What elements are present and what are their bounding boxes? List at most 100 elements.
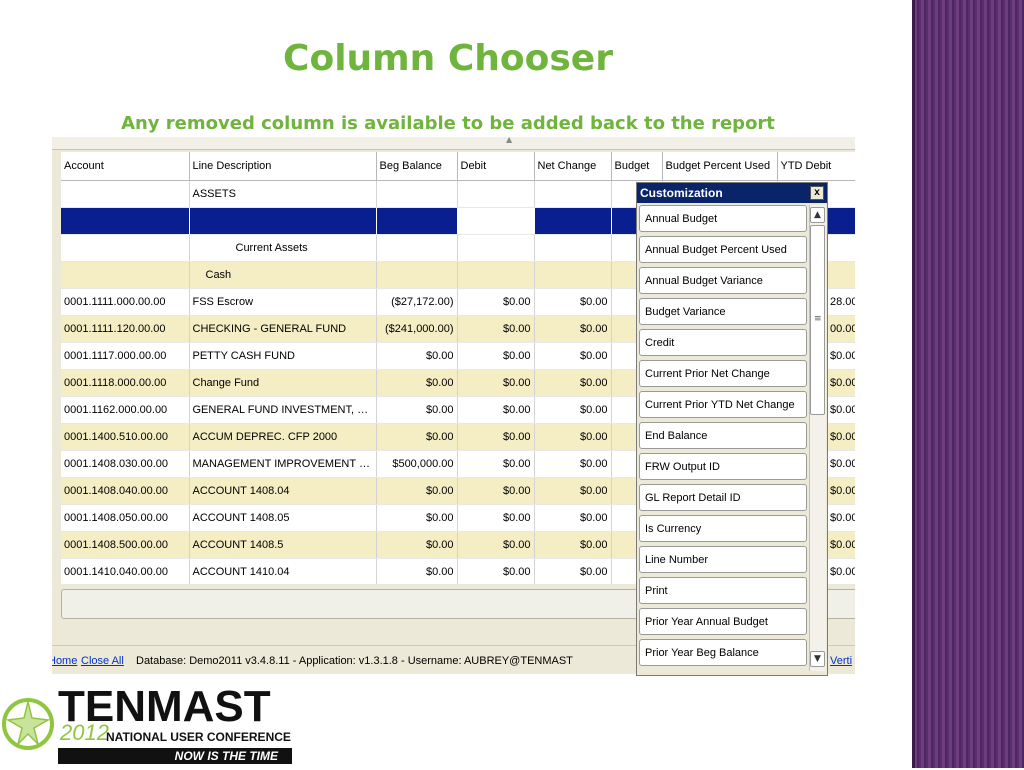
cell-account — [61, 207, 190, 235]
column-chooser-item[interactable]: Budget Variance — [639, 298, 807, 325]
customization-title-bar[interactable]: Customization x — [637, 183, 827, 203]
cell-debit: $0.00 — [457, 315, 535, 343]
cell-description: FSS Escrow — [189, 288, 377, 316]
cell-description: CHECKING - GENERAL FUND — [189, 315, 377, 343]
status-info: Database: Demo2011 v3.4.8.11 - Applicati… — [136, 655, 573, 667]
cell-description: ASSETS — [189, 180, 377, 208]
cell-net-change: $0.00 — [534, 369, 612, 397]
tenmast-logo: TENMAST 2012 NATIONAL USER CONFERENCE NO… — [2, 682, 302, 766]
cell-description: GENERAL FUND INVESTMENT, COMP... — [189, 396, 377, 424]
cell-beg-balance: $0.00 — [376, 342, 458, 370]
cell-debit: $0.00 — [457, 288, 535, 316]
cell-description: Current Assets — [189, 234, 377, 262]
column-chooser-list: Annual Budget Annual Budget Percent Used… — [639, 205, 807, 670]
logo-tagline: NOW IS THE TIME — [174, 749, 278, 763]
column-header-budget-percent-used[interactable]: Budget Percent Used — [662, 152, 778, 181]
column-header-net-change[interactable]: Net Change — [534, 152, 612, 181]
grid-header-row: Account Line Description Beg Balance Deb… — [61, 152, 855, 181]
cell-debit: $0.00 — [457, 504, 535, 532]
slide-subtitle: Any removed column is available to be ad… — [121, 113, 775, 134]
column-chooser-item[interactable]: Current Prior YTD Net Change — [639, 391, 807, 418]
cell-net-change — [534, 261, 612, 289]
cell-account: 0001.1111.000.00.00 — [61, 288, 190, 316]
cell-beg-balance: $0.00 — [376, 477, 458, 505]
cell-description: ACCOUNT 1408.04 — [189, 477, 377, 505]
scrollbar-thumb[interactable]: ≡ — [810, 225, 825, 415]
scroll-up-icon[interactable]: ▲ — [810, 207, 825, 223]
column-chooser-item[interactable]: Print — [639, 577, 807, 604]
column-chooser-item[interactable]: Prior Year Annual Budget — [639, 608, 807, 635]
cell-debit — [457, 261, 535, 289]
cell-account: 0001.1111.120.00.00 — [61, 315, 190, 343]
cell-description: Cash — [189, 261, 377, 289]
cell-debit: $0.00 — [457, 342, 535, 370]
splitter-strip[interactable]: ▲ — [52, 137, 855, 150]
decorative-purple-band — [912, 0, 1024, 768]
close-all-link[interactable]: Close All — [81, 655, 124, 667]
cell-account: 0001.1400.510.00.00 — [61, 423, 190, 451]
cell-beg-balance: ($241,000.00) — [376, 315, 458, 343]
column-header-debit[interactable]: Debit — [457, 152, 535, 181]
column-chooser-item[interactable]: Is Currency — [639, 515, 807, 542]
cell-description: Change Fund — [189, 369, 377, 397]
cell-debit: $0.00 — [457, 423, 535, 451]
column-header-budget[interactable]: Budget — [611, 152, 663, 181]
cell-description: ACCOUNT 1408.05 — [189, 504, 377, 532]
cell-net-change — [534, 207, 612, 235]
cell-account: 0001.1408.050.00.00 — [61, 504, 190, 532]
cell-account: 0001.1408.030.00.00 — [61, 450, 190, 478]
cell-debit — [457, 234, 535, 262]
customization-vertical-scrollbar[interactable]: ▲ ≡ ▼ — [809, 205, 826, 671]
cell-beg-balance — [376, 180, 458, 208]
slide-title: Column Chooser — [283, 38, 613, 79]
cell-net-change — [534, 180, 612, 208]
cell-beg-balance: $0.00 — [376, 531, 458, 559]
cell-net-change: $0.00 — [534, 504, 612, 532]
column-chooser-item[interactable]: Annual Budget Percent Used — [639, 236, 807, 263]
home-link[interactable]: Home — [52, 655, 77, 667]
verti-link[interactable]: Verti — [830, 655, 852, 667]
cell-account: 0001.1118.000.00.00 — [61, 369, 190, 397]
scroll-down-icon[interactable]: ▼ — [810, 651, 825, 667]
collapse-arrow-icon[interactable]: ▲ — [506, 137, 512, 144]
cell-debit — [457, 207, 535, 235]
cell-net-change: $0.00 — [534, 477, 612, 505]
column-chooser-item[interactable]: Annual Budget Variance — [639, 267, 807, 294]
column-chooser-item[interactable]: Line Number — [639, 546, 807, 573]
column-chooser-item[interactable]: Annual Budget — [639, 205, 807, 232]
cell-beg-balance: $0.00 — [376, 369, 458, 397]
column-header-beg-balance[interactable]: Beg Balance — [376, 152, 458, 181]
cell-beg-balance: $500,000.00 — [376, 450, 458, 478]
cell-account: 0001.1408.500.00.00 — [61, 531, 190, 559]
column-chooser-item[interactable]: Credit — [639, 329, 807, 356]
cell-debit: $0.00 — [457, 531, 535, 559]
cell-description — [189, 207, 377, 235]
cell-description: ACCUM DEPREC. CFP 2000 — [189, 423, 377, 451]
column-chooser-item[interactable]: Current Prior Net Change — [639, 360, 807, 387]
cell-beg-balance — [376, 207, 458, 235]
column-chooser-item[interactable]: FRW Output ID — [639, 453, 807, 480]
close-icon[interactable]: x — [810, 186, 824, 200]
column-header-ytd-debit[interactable]: YTD Debit — [777, 152, 855, 181]
column-header-line-description[interactable]: Line Description — [189, 152, 377, 181]
cell-net-change: $0.00 — [534, 450, 612, 478]
cell-account — [61, 180, 190, 208]
cell-beg-balance: $0.00 — [376, 504, 458, 532]
column-chooser-item[interactable]: End Balance — [639, 422, 807, 449]
column-chooser-item[interactable]: Prior Year Beg Balance — [639, 639, 807, 666]
cell-account — [61, 261, 190, 289]
cell-account: 0001.1408.040.00.00 — [61, 477, 190, 505]
cell-beg-balance: $0.00 — [376, 558, 458, 584]
logo-tagline-bar: NOW IS THE TIME — [58, 748, 292, 764]
decorative-purple-edge — [912, 0, 915, 768]
cell-description: MANAGEMENT IMPROVEMENT CFP 03 — [189, 450, 377, 478]
logo-year: 2012 — [60, 720, 109, 745]
column-header-account[interactable]: Account — [61, 152, 190, 181]
cell-net-change: $0.00 — [534, 342, 612, 370]
cell-net-change: $0.00 — [534, 315, 612, 343]
cell-beg-balance: $0.00 — [376, 396, 458, 424]
column-chooser-item[interactable]: GL Report Detail ID — [639, 484, 807, 511]
cell-net-change: $0.00 — [534, 423, 612, 451]
cell-beg-balance: $0.00 — [376, 423, 458, 451]
seal-logo-icon — [2, 698, 54, 750]
